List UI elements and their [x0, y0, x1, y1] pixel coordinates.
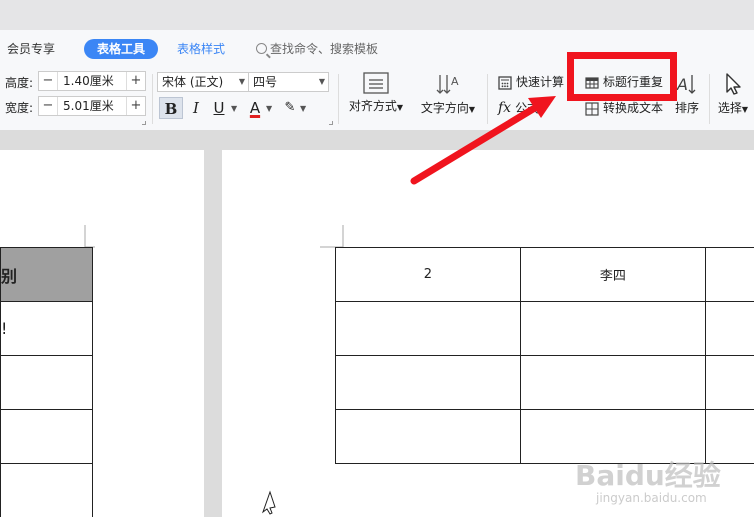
watermark-logo: Baidu经验	[575, 459, 721, 492]
watermark-url: jingyan.baidu.com	[596, 491, 707, 505]
mouse-pointer-icon	[261, 490, 276, 515]
